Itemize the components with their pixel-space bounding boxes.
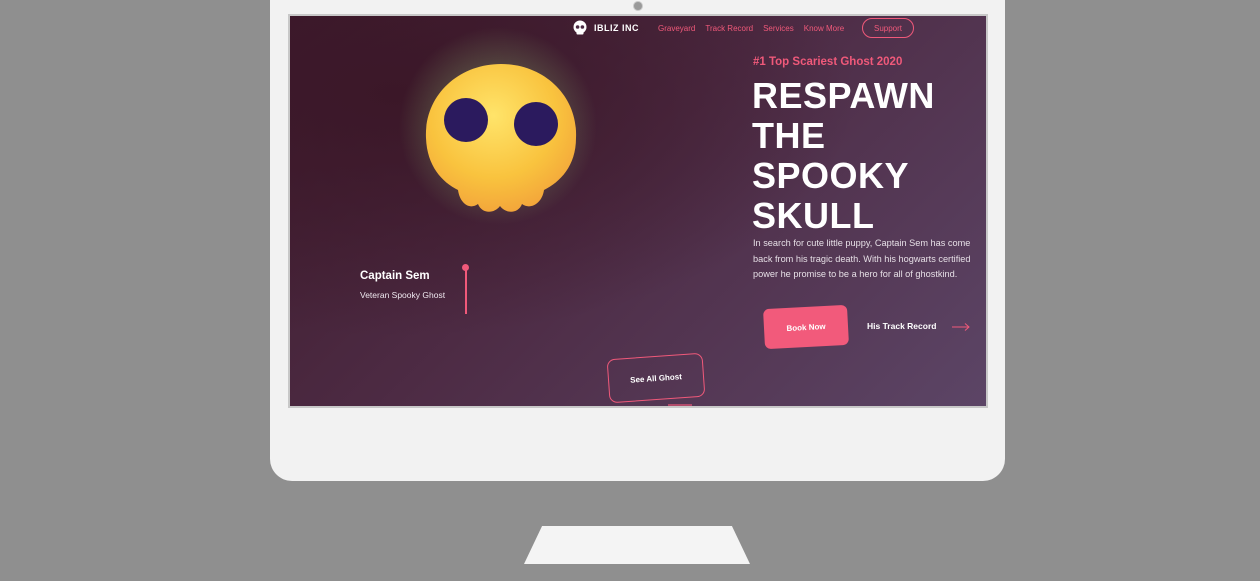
skull-icon	[573, 20, 587, 35]
hero-description: In search for cute little puppy, Captain…	[753, 238, 971, 279]
skull-illustration	[425, 64, 577, 212]
profile-name: Captain Sem	[360, 270, 430, 282]
headline-line-3: SPOOKY	[752, 155, 910, 196]
see-all-ghost-button[interactable]: See All Ghost	[606, 352, 706, 404]
website-screen: IBLIZ INC Graveyard Track Record Service…	[288, 14, 988, 408]
book-now-button[interactable]: Book Now	[763, 304, 849, 350]
support-button[interactable]: Support	[862, 18, 914, 38]
button-accent-line	[668, 404, 692, 406]
nav-link-graveyard[interactable]: Graveyard	[658, 24, 695, 33]
nav-links: Graveyard Track Record Services Know Mor…	[658, 24, 844, 33]
hero-kicker: #1 Top Scariest Ghost 2020	[753, 56, 903, 68]
headline-line-2: THE	[752, 115, 826, 156]
arrow-right-icon[interactable]	[951, 322, 971, 332]
nav-link-services[interactable]: Services	[763, 24, 794, 33]
hero-headline: RESPAWN THE SPOOKY SKULL	[752, 76, 982, 236]
monitor-stand	[524, 526, 750, 564]
track-record-link[interactable]: His Track Record	[867, 321, 936, 331]
brand-name: IBLIZ INC	[594, 23, 639, 33]
top-navigation: IBLIZ INC Graveyard Track Record Service…	[290, 16, 986, 42]
headline-line-1: RESPAWN	[752, 75, 935, 116]
headline-line-4: SKULL	[752, 195, 875, 236]
brand-logo[interactable]: IBLIZ INC	[572, 20, 639, 36]
pin-line	[465, 268, 467, 314]
nav-link-track-record[interactable]: Track Record	[705, 24, 753, 33]
webcam-icon	[633, 1, 643, 11]
nav-link-know-more[interactable]: Know More	[804, 24, 844, 33]
profile-role: Veteran Spooky Ghost	[360, 290, 446, 300]
